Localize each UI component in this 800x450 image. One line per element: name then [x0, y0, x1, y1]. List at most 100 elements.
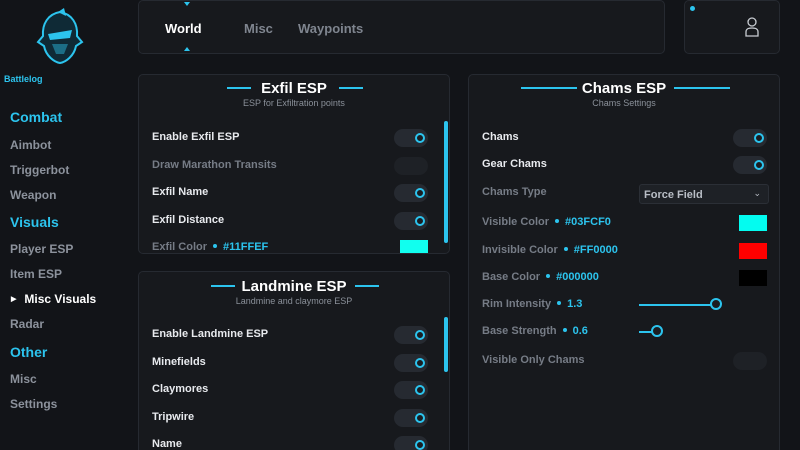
draw-marathon-transits-toggle[interactable]	[394, 157, 428, 175]
visible-only-chams-toggle[interactable]	[733, 352, 767, 370]
user-icon[interactable]	[745, 17, 759, 37]
gear-chams-toggle[interactable]	[733, 156, 767, 174]
tripwire-toggle[interactable]	[394, 409, 428, 427]
setting-label: Draw Marathon Transits	[152, 159, 277, 171]
rim-intensity-slider-track	[639, 304, 716, 306]
visible-color-swatch[interactable]	[739, 215, 767, 231]
title-line-right	[355, 285, 379, 287]
claymores-toggle[interactable]	[394, 381, 428, 399]
setting-label: Chams Type	[482, 186, 547, 198]
setting-row: Claymores	[139, 379, 449, 401]
invisible-color-swatch[interactable]	[739, 243, 767, 259]
visible-color-hex: #03FCF0	[565, 216, 611, 228]
exfil-distance-toggle[interactable]	[394, 212, 428, 230]
setting-label: Gear Chams	[482, 158, 547, 170]
setting-row: Minefields	[139, 352, 449, 374]
setting-row: Exfil Distance	[139, 210, 449, 232]
user-panel	[684, 0, 780, 54]
base-color-swatch[interactable]	[739, 270, 767, 286]
exfil-name-toggle[interactable]	[394, 184, 428, 202]
setting-label: Exfil Distance	[152, 214, 225, 226]
setting-label: Exfil Name	[152, 186, 209, 198]
exfil-esp-subtitle: ESP for Exfiltration points	[243, 98, 345, 108]
setting-label: Enable Landmine ESP	[152, 328, 269, 340]
setting-row: Invisible Color #FF0000	[469, 240, 779, 262]
setting-label: Rim Intensity 1.3	[482, 298, 583, 310]
setting-label: Chams	[482, 131, 519, 143]
chams-esp-subtitle: Chams Settings	[592, 98, 656, 108]
nav-item-misc-visuals-label: Misc Visuals	[24, 292, 97, 306]
exfil-scrollbar[interactable]	[444, 121, 448, 243]
nav-section-other: Other	[10, 344, 48, 360]
tab-waypoints[interactable]: Waypoints	[298, 21, 363, 36]
nav-item-item-esp[interactable]: Item ESP	[10, 267, 62, 281]
setting-row: Base Strength 0.6	[469, 321, 779, 343]
enable-exfil-esp-toggle[interactable]	[394, 129, 428, 147]
setting-row: Exfil Name	[139, 182, 449, 204]
active-tab-marker-top-icon	[184, 2, 190, 6]
setting-row: Enable Exfil ESP	[139, 127, 449, 149]
setting-row: Chams Type Force Field ⌄	[469, 182, 779, 204]
setting-row: Exfil Color #11FFEF	[139, 237, 449, 253]
setting-label: Base Color #000000	[482, 271, 599, 283]
setting-label: Base Strength 0.6	[482, 325, 588, 337]
chams-esp-title: Chams ESP	[581, 80, 667, 97]
nav-item-weapon[interactable]: Weapon	[10, 188, 56, 202]
chams-type-select[interactable]: Force Field ⌄	[639, 184, 769, 204]
setting-label: Enable Exfil ESP	[152, 131, 240, 143]
landmine-esp-panel: Landmine ESP Landmine and claymore ESP E…	[138, 271, 450, 450]
nav-item-radar[interactable]: Radar	[10, 317, 44, 331]
nav-item-misc[interactable]: Misc	[10, 372, 37, 386]
title-line-right	[674, 87, 730, 89]
setting-label: Visible Only Chams	[482, 354, 585, 366]
setting-row: Visible Color #03FCF0	[469, 212, 779, 234]
setting-row: Draw Marathon Transits	[139, 155, 449, 177]
enable-landmine-esp-toggle[interactable]	[394, 326, 428, 344]
active-tab-marker-bottom-icon	[184, 47, 190, 51]
nav-item-misc-visuals[interactable]: ▶ Misc Visuals	[11, 292, 96, 306]
landmine-scrollbar[interactable]	[444, 317, 448, 372]
minefields-toggle[interactable]	[394, 354, 428, 372]
base-strength-value: 0.6	[572, 325, 588, 337]
brand-label: Battlelog	[4, 74, 43, 84]
setting-row: Gear Chams	[469, 154, 779, 176]
chams-type-value: Force Field	[644, 189, 703, 201]
tab-bar: World Misc Waypoints	[138, 0, 665, 54]
nav-item-triggerbot[interactable]: Triggerbot	[10, 163, 69, 177]
setting-row: Chams	[469, 127, 779, 149]
rim-intensity-value: 1.3	[567, 298, 583, 310]
exfil-esp-panel: Exfil ESP ESP for Exfiltration points En…	[138, 74, 450, 254]
status-dot-icon	[690, 6, 695, 11]
nav-item-player-esp[interactable]: Player ESP	[10, 242, 73, 256]
chevron-down-icon: ⌄	[753, 188, 761, 198]
setting-row: Name	[139, 434, 449, 450]
landmine-esp-subtitle: Landmine and claymore ESP	[235, 296, 353, 306]
exfil-color-swatch[interactable]	[400, 240, 428, 253]
setting-label: Minefields	[152, 356, 206, 368]
name-toggle[interactable]	[394, 436, 428, 450]
setting-row: Tripwire	[139, 407, 449, 429]
setting-label: Tripwire	[152, 411, 195, 423]
nav-item-settings[interactable]: Settings	[10, 397, 57, 411]
tab-misc[interactable]: Misc	[244, 21, 273, 36]
setting-label: Visible Color #03FCF0	[482, 216, 611, 228]
tab-world[interactable]: World	[165, 21, 202, 36]
setting-label: Name	[152, 438, 182, 450]
rim-intensity-slider-knob[interactable]	[710, 298, 722, 310]
exfil-esp-title: Exfil ESP	[261, 80, 327, 97]
base-strength-slider-knob[interactable]	[651, 325, 663, 337]
nav-item-aimbot[interactable]: Aimbot	[10, 138, 51, 152]
setting-row: Enable Landmine ESP	[139, 324, 449, 346]
landmine-esp-title: Landmine ESP	[241, 278, 347, 295]
setting-label: Claymores	[152, 383, 209, 395]
exfil-color-hex: #11FFEF	[223, 241, 269, 253]
invisible-color-hex: #FF0000	[573, 244, 618, 256]
sidebar: Battlelog Combat Aimbot Triggerbot Weapo…	[0, 0, 128, 450]
setting-label: Invisible Color #FF0000	[482, 244, 618, 256]
chams-toggle[interactable]	[733, 129, 767, 147]
knight-helmet-logo-icon	[36, 8, 84, 65]
setting-row: Visible Only Chams	[469, 350, 779, 372]
chams-esp-panel: Chams ESP Chams Settings Chams Gear Cham…	[468, 74, 780, 450]
active-indicator-icon: ▶	[11, 296, 17, 303]
setting-row: Base Color #000000	[469, 267, 779, 289]
